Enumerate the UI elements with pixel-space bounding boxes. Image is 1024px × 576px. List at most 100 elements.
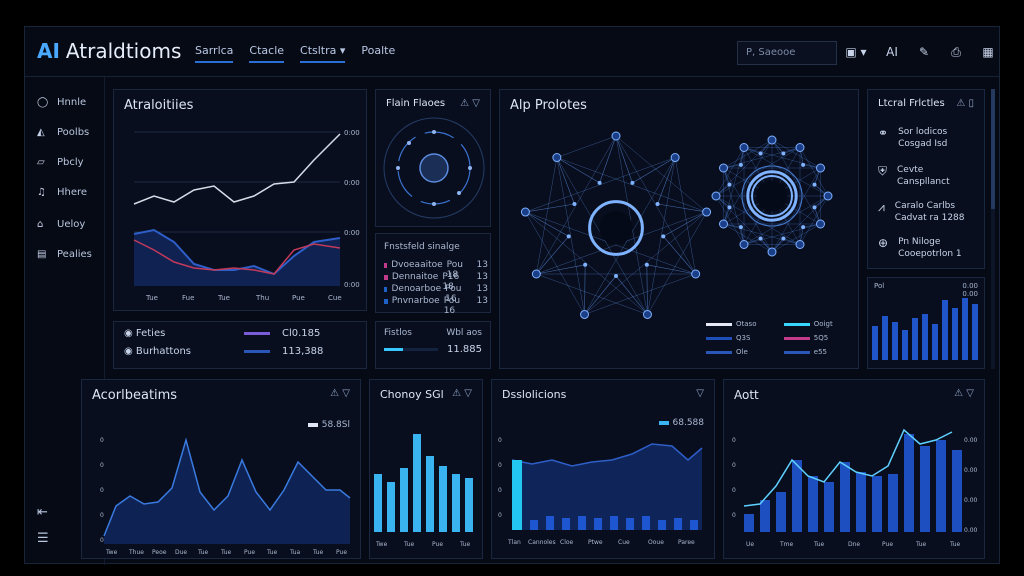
network-node <box>642 309 652 319</box>
sidebar-item-document[interactable]: ▤ Pealies <box>37 249 92 260</box>
local-panel: Ltcral Frlctles ⚠ ▯ ⚭ Sor lodicos Cosgad I… <box>867 89 985 269</box>
network-node <box>552 153 562 163</box>
network-edge <box>584 264 586 315</box>
x-tick: Tue <box>813 541 825 548</box>
bar <box>610 516 618 530</box>
line-series-white <box>133 133 341 205</box>
y-tick: 0 <box>732 462 736 469</box>
progress-panel: Fistlos Wbl aos 11.885 <box>375 321 491 369</box>
local-item-title: Sor lodicos <box>898 127 948 137</box>
sidebar-item-label: Poolbs <box>57 127 90 138</box>
network-node <box>739 143 749 153</box>
bottom-panel-4: Aott ⚠ ▽ 0 0 0 0 0.00 0.00 0.00 0.00 Ue … <box>723 379 985 559</box>
network-edge <box>525 157 676 213</box>
bottom-panel-2: Chonoy SGl ⚠ ▽ Twe Tue Pue Tue <box>369 379 483 559</box>
bar <box>530 520 538 530</box>
analytics-chart: 0:00 0:00 0:00 0:00 Tue Fue Tue Thu Pue … <box>133 129 360 302</box>
orbit-core <box>419 153 449 183</box>
flow-list-row: Pnvnarboe Pou 16 13 <box>384 296 488 316</box>
network-node <box>758 236 763 241</box>
network-node <box>727 205 732 210</box>
network-node <box>661 234 666 239</box>
y-tick: 0 <box>498 487 502 494</box>
network-node <box>801 162 806 167</box>
local-title: Ltcral Frlctles <box>878 98 945 109</box>
bar <box>546 516 554 530</box>
bar <box>387 482 395 532</box>
bar <box>920 446 930 532</box>
scrollbar-thumb[interactable] <box>991 89 995 209</box>
network-edge <box>715 147 745 197</box>
bar <box>942 300 948 360</box>
local-item[interactable]: ⩘ Caralo Carlbs Cadvat ra 1288 <box>878 200 978 224</box>
network-edge <box>743 147 821 169</box>
x-tick: Tue <box>403 541 415 548</box>
sidebar-item-lock[interactable]: ⌂ Ueloy <box>37 219 85 230</box>
network-node <box>531 269 541 279</box>
bar <box>465 478 473 532</box>
network-edge <box>771 139 821 169</box>
network-edge <box>525 203 575 213</box>
network-node <box>738 225 743 230</box>
grid-icon[interactable]: ▦ <box>979 43 997 61</box>
network-node <box>644 262 649 267</box>
bar <box>760 500 770 532</box>
y-tick: 0.00 <box>964 437 978 444</box>
y-tick: 0 <box>100 487 104 494</box>
bar <box>912 318 918 360</box>
bar <box>374 474 382 532</box>
local-item-sub: Cooepotrlon 1 <box>898 249 962 259</box>
dropdown-icon[interactable]: ▣ ▾ <box>843 43 869 61</box>
local-controls[interactable]: ⚠ ▯ <box>956 98 974 109</box>
layers-icon: ◭ <box>37 127 45 138</box>
nav-item-1[interactable]: Sarrlca <box>195 44 234 63</box>
row-value: Pou 16 <box>443 296 461 316</box>
bar <box>562 518 570 530</box>
network-legend-item: Q3S <box>706 334 774 342</box>
network-edge <box>536 264 586 275</box>
orbit-node <box>457 191 461 195</box>
bar <box>690 520 698 530</box>
sidebar-item-home[interactable]: ◯ Hnnle <box>37 97 86 108</box>
network-node <box>812 182 817 187</box>
bottom1-chart: 0 0 0 0 0 Twe Thue Peoe Due Tue Tue Pue … <box>100 437 351 556</box>
bar <box>400 468 408 532</box>
network-edge <box>525 211 569 237</box>
pen-icon[interactable]: ✎ <box>915 43 933 61</box>
local-item[interactable]: ⚭ Sor lodicos Cosgad Isd <box>878 126 978 150</box>
menu-icon[interactable]: ☰ <box>37 531 49 546</box>
scrollbar[interactable] <box>991 89 995 369</box>
sidebar-item-label: Pbcly <box>57 157 84 168</box>
sidebar-item-folder[interactable]: ▱ Pbcly <box>37 157 84 168</box>
search-input[interactable]: P, Saeooe <box>737 41 837 65</box>
legend-label-text: Burhattons <box>135 346 192 357</box>
collapse-icon[interactable]: ⇤ <box>37 505 48 520</box>
network-panel: Alp Prolotes Otaso Ooigt Q3S 5Q5 Ole e55 <box>499 89 859 369</box>
local-item[interactable]: ⊕ Pn Niloge Cooepotrlon 1 <box>878 236 978 260</box>
x-tick: Tue <box>312 549 324 556</box>
ai-icon[interactable]: AI <box>883 43 901 61</box>
globe-icon: ⊕ <box>878 236 889 250</box>
x-tick: Pue <box>244 549 255 556</box>
shield-icon: ⛨ <box>878 164 888 178</box>
legend-swatch <box>244 350 270 353</box>
flow-list-panel: Fnstsfeld sinalge Dvoeaaitoe Pou 18 13 Den… <box>375 233 491 316</box>
network-node <box>719 163 729 173</box>
network-legend-item: Ole <box>706 348 774 356</box>
sidebar-item-layers[interactable]: ◭ Poolbs <box>37 127 89 138</box>
file-icon[interactable]: ⎙ <box>947 43 965 61</box>
sidebar-item-music[interactable]: ♫ Hhere <box>37 187 87 198</box>
app-logo[interactable]: AI Atraldtioms <box>37 39 181 63</box>
legend-row: ◉ Feties Cl0.185 <box>124 328 356 339</box>
bar <box>744 514 754 532</box>
nav-item-2[interactable]: Ctacle <box>249 44 285 63</box>
y-tick: 0:00 <box>344 229 360 237</box>
bar <box>936 440 946 532</box>
bottom-panel-3: Dsslolicions ▽ 68.588 0 0 0 0 Tlan Canno… <box>491 379 715 559</box>
nav-item-4[interactable]: Poalte <box>361 44 395 63</box>
network-node <box>691 269 701 279</box>
bar <box>824 482 834 532</box>
local-item[interactable]: ⛨ Cevte Canspllanct <box>878 164 978 188</box>
orbit-diagram <box>383 117 485 219</box>
nav-item-3[interactable]: Ctsltra ▾ <box>300 44 346 63</box>
